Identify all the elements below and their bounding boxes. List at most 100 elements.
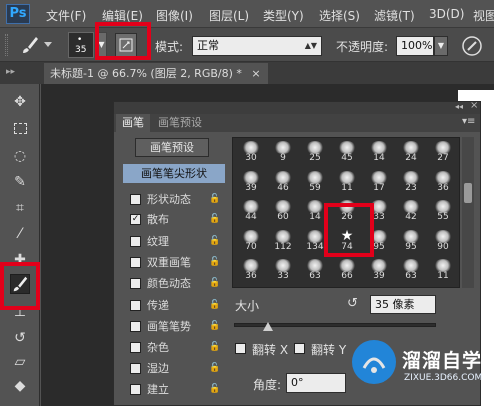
opacity-input[interactable]: 100% [396,36,434,56]
brush-tip-cell[interactable]: 36 [235,258,267,282]
menu-select[interactable]: 选择(S) [319,7,360,24]
move-tool-icon[interactable]: ✥ [10,92,30,112]
brush-panel-header[interactable] [114,102,480,114]
brush-tip-cell[interactable]: 42 [395,199,427,223]
texture-checkbox[interactable] [130,236,141,247]
brush-tip-cell[interactable]: 70 [235,229,267,253]
menu-layer[interactable]: 图层(L) [209,7,249,24]
brush-tip-cell[interactable]: 24 [395,140,427,164]
brush-grid-scrollbar[interactable] [462,137,474,288]
brush-tip-cell[interactable]: 112 [267,229,299,253]
brush-tip-cell[interactable]: 39 [363,258,395,282]
brush-pose-checkbox[interactable] [130,321,141,332]
lock-icon[interactable]: 🔓 [209,232,220,251]
noise-checkbox[interactable] [130,342,141,353]
panel-collapse-icon[interactable]: ▸▸ [6,67,15,77]
brush-tool-icon[interactable] [20,35,40,55]
pressure-opacity-icon[interactable] [460,34,484,58]
brush-tip-cell[interactable]: 27 [427,140,459,164]
document-tab[interactable]: 未标题-1 @ 66.7% (图层 2, RGB/8) * × [44,63,268,84]
brush-tip-cell[interactable]: 95 [395,229,427,253]
brush-presets-button[interactable]: 画笔预设 [135,138,209,157]
transfer-checkbox[interactable] [130,300,141,311]
crop-tool-icon[interactable]: ⌗ [10,198,30,218]
close-tab-icon[interactable]: × [251,67,260,80]
menu-view[interactable]: 视图 [473,7,494,24]
opacity-dropdown-icon[interactable]: ▼ [434,36,448,56]
brush-tip-cell[interactable]: 14 [363,140,395,164]
reset-size-icon[interactable]: ↺ [347,296,358,311]
tool-preset-arrow-icon[interactable] [44,42,52,47]
brush-tip-cell[interactable]: 90 [427,229,459,253]
brush-tip-cell[interactable]: 46 [267,170,299,194]
option-wet-edges[interactable]: 湿边 🔓 [123,359,225,378]
scattering-checkbox[interactable]: ✓ [130,214,141,225]
brush-tip-cell[interactable]: 45 [331,140,363,164]
lock-icon[interactable]: 🔓 [209,296,220,315]
brush-tip-cell[interactable]: 39 [235,170,267,194]
history-brush-tool-icon[interactable]: ↺ [10,328,30,348]
lock-icon[interactable]: 🔓 [209,359,220,378]
dual-brush-checkbox[interactable] [130,257,141,268]
flip-y-checkbox[interactable] [294,343,305,354]
mode-select[interactable]: 正常 ▲▼ [192,36,322,56]
quick-select-tool-icon[interactable]: ✎ [10,172,30,192]
lock-icon[interactable]: 🔓 [209,338,220,357]
paint-bucket-tool-icon[interactable]: ◆ [10,376,30,396]
option-brush-tip-shape[interactable]: 画笔笔尖形状 [123,164,225,183]
brush-tip-cell[interactable]: 30 [235,140,267,164]
brush-tip-cell[interactable]: 11 [427,258,459,282]
marquee-tool-icon[interactable] [10,120,30,140]
build-up-checkbox[interactable] [130,384,141,395]
lock-icon[interactable]: 🔓 [209,210,220,229]
brush-tip-cell[interactable]: 44 [235,199,267,223]
option-color-dynamics[interactable]: 颜色动态 🔓 [123,274,225,293]
angle-input[interactable]: 0° [286,373,346,393]
brush-preset-picker[interactable]: • 35 [68,32,94,58]
options-grip[interactable] [5,34,8,56]
tab-brush-presets[interactable]: 画笔预设 [152,114,208,132]
lasso-tool-icon[interactable]: ◌ [10,146,30,166]
brush-tip-cell[interactable]: 63 [395,258,427,282]
brush-tip-cell[interactable]: 9 [267,140,299,164]
menu-filter[interactable]: 滤镜(T) [374,7,415,24]
brush-tip-cell[interactable]: 66 [331,258,363,282]
brush-tip-cell[interactable]: 55 [427,199,459,223]
option-build-up[interactable]: 建立 🔓 [123,380,225,399]
panel-menu-icon[interactable]: ▾≡ [462,116,475,127]
option-shape-dynamics[interactable]: 形状动态 🔓 [123,190,225,209]
panel-close-icon[interactable]: × [470,100,478,111]
size-input[interactable]: 35 像素 [370,295,436,314]
option-texture[interactable]: 纹理 🔓 [123,232,225,251]
menu-3d[interactable]: 3D(D) [429,7,464,21]
option-scattering[interactable]: ✓ 散布 🔓 [123,210,225,229]
lock-icon[interactable]: 🔓 [209,190,220,209]
brush-tip-cell[interactable]: 25 [299,140,331,164]
brush-tip-cell[interactable]: 11 [331,170,363,194]
brush-tip-cell[interactable]: 17 [363,170,395,194]
lock-icon[interactable]: 🔓 [209,380,220,399]
size-slider-thumb[interactable] [263,322,273,331]
lock-icon[interactable]: 🔓 [209,317,220,336]
eyedropper-tool-icon[interactable]: ⁄ [10,224,30,244]
brush-tip-cell[interactable]: 33 [267,258,299,282]
scrollbar-thumb[interactable] [464,183,472,203]
eraser-tool-icon[interactable]: ▱ [10,352,30,372]
color-dynamics-checkbox[interactable] [130,278,141,289]
shape-dynamics-checkbox[interactable] [130,194,141,205]
menu-image[interactable]: 图像(I) [156,7,193,24]
option-noise[interactable]: 杂色 🔓 [123,338,225,357]
flip-x-checkbox[interactable] [235,343,246,354]
brush-tip-cell[interactable]: 36 [427,170,459,194]
option-brush-pose[interactable]: 画笔笔势 🔓 [123,317,225,336]
brush-tip-cell[interactable]: 63 [299,258,331,282]
menu-type[interactable]: 类型(Y) [263,7,304,24]
lock-icon[interactable]: 🔓 [209,253,220,272]
wet-edges-checkbox[interactable] [130,363,141,374]
tab-brush[interactable]: 画笔 [116,114,150,132]
lock-icon[interactable]: 🔓 [209,274,220,293]
brush-tip-cell[interactable]: 60 [267,199,299,223]
menu-file[interactable]: 文件(F) [46,7,86,24]
brush-tip-cell[interactable]: 23 [395,170,427,194]
panel-collapse-arrows-icon[interactable]: ◂◂ [455,102,463,111]
